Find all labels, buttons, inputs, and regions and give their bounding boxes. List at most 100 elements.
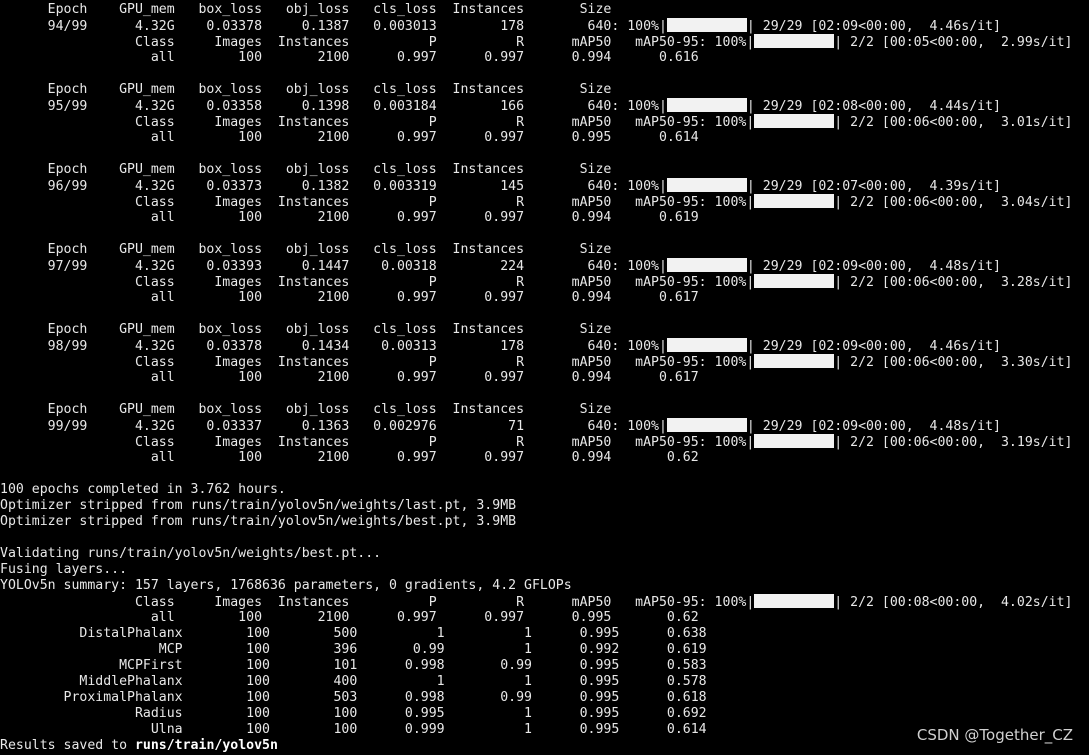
watermark: CSDN @Together_CZ <box>916 726 1073 744</box>
terminal-line: MiddlePhalanx 100 400 1 1 0.995 0.578 <box>0 674 1089 690</box>
line-text: MCP 100 396 0.99 1 0.992 0.619 <box>0 642 707 657</box>
progress-status: | 2/2 [00:06<00:00, 3.28s/it] <box>834 275 1073 290</box>
line-text: Results saved to <box>0 738 135 753</box>
terminal-line: Radius 100 100 0.995 1 0.995 0.692 <box>0 706 1089 722</box>
terminal-line: Epoch GPU_mem box_loss obj_loss cls_loss… <box>0 322 1089 338</box>
line-text: Class Images Instances P R mAP50 mAP50-9… <box>0 195 755 210</box>
results-path: runs/train/yolov5n <box>134 738 278 753</box>
terminal-line: all 100 2100 0.997 0.997 0.994 0.617 <box>0 290 1089 306</box>
line-text: 94/99 4.32G 0.03378 0.1387 0.003013 178 … <box>0 19 667 34</box>
progress-bar <box>666 258 747 272</box>
line-text: MCPFirst 100 101 0.998 0.99 0.995 0.583 <box>0 658 707 673</box>
line-text: Ulna 100 100 0.999 1 0.995 0.614 <box>0 722 707 737</box>
progress-bar <box>754 354 835 368</box>
line-text: Validating runs/train/yolov5n/weights/be… <box>0 546 382 561</box>
terminal-line: Epoch GPU_mem box_loss obj_loss cls_loss… <box>0 402 1089 418</box>
line-text: Epoch GPU_mem box_loss obj_loss cls_loss… <box>0 322 612 337</box>
progress-bar <box>666 338 747 352</box>
line-text: Class Images Instances P R mAP50 mAP50-9… <box>0 355 755 370</box>
terminal-line: 97/99 4.32G 0.03393 0.1447 0.00318 224 6… <box>0 258 1089 274</box>
progress-status: | 29/29 [02:07<00:00, 4.39s/it] <box>746 179 1001 194</box>
line-text: Epoch GPU_mem box_loss obj_loss cls_loss… <box>0 2 612 17</box>
terminal-line: Class Images Instances P R mAP50 mAP50-9… <box>0 274 1089 290</box>
terminal-line: Class Images Instances P R mAP50 mAP50-9… <box>0 34 1089 50</box>
terminal-line: MCP 100 396 0.99 1 0.992 0.619 <box>0 642 1089 658</box>
progress-bar <box>754 114 835 128</box>
progress-status: | 29/29 [02:08<00:00, 4.44s/it] <box>746 99 1001 114</box>
progress-bar <box>666 178 747 192</box>
terminal-line: Class Images Instances P R mAP50 mAP50-9… <box>0 354 1089 370</box>
line-text: all 100 2100 0.997 0.997 0.994 0.617 <box>0 370 699 385</box>
line-text: Class Images Instances P R mAP50 mAP50-9… <box>0 115 755 130</box>
line-text: Epoch GPU_mem box_loss obj_loss cls_loss… <box>0 82 612 97</box>
terminal-line: 100 epochs completed in 3.762 hours. <box>0 482 1089 498</box>
terminal-line: all 100 2100 0.997 0.997 0.994 0.619 <box>0 210 1089 226</box>
line-text: 96/99 4.32G 0.03373 0.1382 0.003319 145 … <box>0 179 667 194</box>
terminal-line: Class Images Instances P R mAP50 mAP50-9… <box>0 434 1089 450</box>
line-text: 99/99 4.32G 0.03337 0.1363 0.002976 71 6… <box>0 419 667 434</box>
terminal-line: ProximalPhalanx 100 503 0.998 0.99 0.995… <box>0 690 1089 706</box>
progress-bar <box>666 98 747 112</box>
terminal-line: Epoch GPU_mem box_loss obj_loss cls_loss… <box>0 162 1089 178</box>
terminal-line: 98/99 4.32G 0.03378 0.1434 0.00313 178 6… <box>0 338 1089 354</box>
progress-status: | 2/2 [00:06<00:00, 3.04s/it] <box>834 195 1073 210</box>
progress-bar <box>754 594 835 608</box>
progress-status: | 2/2 [00:06<00:00, 3.01s/it] <box>834 115 1073 130</box>
terminal-line: Validating runs/train/yolov5n/weights/be… <box>0 546 1089 562</box>
progress-bar <box>754 194 835 208</box>
terminal-line: Fusing layers... <box>0 562 1089 578</box>
terminal-line: Class Images Instances P R mAP50 mAP50-9… <box>0 114 1089 130</box>
progress-status: | 2/2 [00:08<00:00, 4.02s/it] <box>834 595 1073 610</box>
progress-bar <box>754 274 835 288</box>
line-text: all 100 2100 0.997 0.997 0.995 0.62 <box>0 610 699 625</box>
terminal-line: 96/99 4.32G 0.03373 0.1382 0.003319 145 … <box>0 178 1089 194</box>
line-text: YOLOv5n summary: 157 layers, 1768636 par… <box>0 578 572 593</box>
progress-bar <box>666 418 747 432</box>
terminal-window[interactable]: Epoch GPU_mem box_loss obj_loss cls_loss… <box>0 0 1089 755</box>
progress-status: | 29/29 [02:09<00:00, 4.46s/it] <box>746 339 1001 354</box>
progress-status: | 29/29 [02:09<00:00, 4.48s/it] <box>746 419 1001 434</box>
line-text: all 100 2100 0.997 0.997 0.994 0.62 <box>0 450 699 465</box>
terminal-line: YOLOv5n summary: 157 layers, 1768636 par… <box>0 578 1089 594</box>
terminal-line: Epoch GPU_mem box_loss obj_loss cls_loss… <box>0 242 1089 258</box>
terminal-line: all 100 2100 0.997 0.997 0.995 0.614 <box>0 130 1089 146</box>
terminal-line: all 100 2100 0.997 0.997 0.995 0.62 <box>0 610 1089 626</box>
terminal-line: Optimizer stripped from runs/train/yolov… <box>0 498 1089 514</box>
line-text: Class Images Instances P R mAP50 mAP50-9… <box>0 595 755 610</box>
line-text: ProximalPhalanx 100 503 0.998 0.99 0.995… <box>0 690 707 705</box>
progress-status: | 2/2 [00:05<00:00, 2.99s/it] <box>834 35 1073 50</box>
progress-status: | 2/2 [00:06<00:00, 3.19s/it] <box>834 435 1073 450</box>
progress-bar <box>754 434 835 448</box>
line-text: Epoch GPU_mem box_loss obj_loss cls_loss… <box>0 242 612 257</box>
line-text: Epoch GPU_mem box_loss obj_loss cls_loss… <box>0 402 612 417</box>
line-text: DistalPhalanx 100 500 1 1 0.995 0.638 <box>0 626 707 641</box>
line-text: Class Images Instances P R mAP50 mAP50-9… <box>0 435 755 450</box>
terminal-line: 95/99 4.32G 0.03358 0.1398 0.003184 166 … <box>0 98 1089 114</box>
terminal-line: Class Images Instances P R mAP50 mAP50-9… <box>0 194 1089 210</box>
progress-status: | 29/29 [02:09<00:00, 4.48s/it] <box>746 259 1001 274</box>
line-text: Radius 100 100 0.995 1 0.995 0.692 <box>0 706 707 721</box>
line-text: Optimizer stripped from runs/train/yolov… <box>0 498 517 513</box>
terminal-line: Class Images Instances P R mAP50 mAP50-9… <box>0 594 1089 610</box>
terminal-line: DistalPhalanx 100 500 1 1 0.995 0.638 <box>0 626 1089 642</box>
terminal-line: MCPFirst 100 101 0.998 0.99 0.995 0.583 <box>0 658 1089 674</box>
progress-bar <box>666 18 747 32</box>
line-text: Fusing layers... <box>0 562 128 577</box>
line-text: 98/99 4.32G 0.03378 0.1434 0.00313 178 6… <box>0 339 667 354</box>
line-text: Class Images Instances P R mAP50 mAP50-9… <box>0 275 755 290</box>
terminal-line: all 100 2100 0.997 0.997 0.994 0.617 <box>0 370 1089 386</box>
terminal-line: Optimizer stripped from runs/train/yolov… <box>0 514 1089 530</box>
line-text: 95/99 4.32G 0.03358 0.1398 0.003184 166 … <box>0 99 667 114</box>
progress-bar <box>754 34 835 48</box>
line-text: Class Images Instances P R mAP50 mAP50-9… <box>0 35 755 50</box>
terminal-line: Epoch GPU_mem box_loss obj_loss cls_loss… <box>0 2 1089 18</box>
progress-status: | 29/29 [02:09<00:00, 4.46s/it] <box>746 19 1001 34</box>
terminal-line: 99/99 4.32G 0.03337 0.1363 0.002976 71 6… <box>0 418 1089 434</box>
line-text: all 100 2100 0.997 0.997 0.994 0.616 <box>0 50 699 65</box>
